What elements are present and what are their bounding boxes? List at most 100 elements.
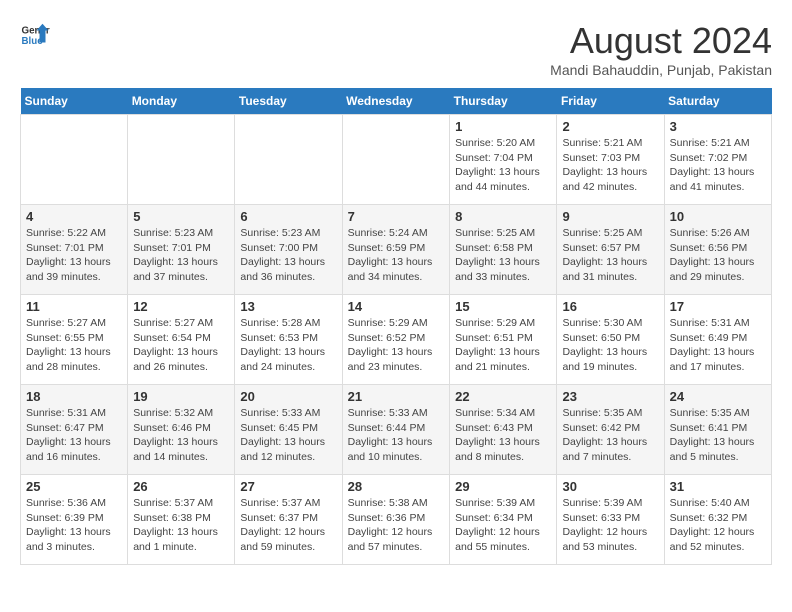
calendar-cell: 10 Sunrise: 5:26 AM Sunset: 6:56 PM Dayli…	[664, 205, 771, 295]
calendar-cell: 26 Sunrise: 5:37 AM Sunset: 6:38 PM Dayli…	[128, 475, 235, 565]
calendar-cell	[128, 115, 235, 205]
calendar-cell: 15Sunrise: 5:29 AM Sunset: 6:51 PM Dayli…	[450, 295, 557, 385]
calendar-cell: 19 Sunrise: 5:32 AM Sunset: 6:46 PM Dayli…	[128, 385, 235, 475]
calendar-table: SundayMondayTuesdayWednesdayThursdayFrid…	[20, 88, 772, 565]
calendar-cell: 20Sunrise: 5:33 AM Sunset: 6:45 PM Dayli…	[235, 385, 342, 475]
day-number: 16	[562, 299, 658, 314]
day-number: 20	[240, 389, 336, 404]
calendar-cell: 11Sunrise: 5:27 AM Sunset: 6:55 PM Dayli…	[21, 295, 128, 385]
day-info: Sunrise: 5:21 AM Sunset: 7:02 PM Dayligh…	[670, 136, 766, 195]
day-info: Sunrise: 5:26 AM Sunset: 6:56 PM Dayligh…	[670, 226, 766, 285]
day-info: Sunrise: 5:25 AM Sunset: 6:58 PM Dayligh…	[455, 226, 551, 285]
day-info: Sunrise: 5:29 AM Sunset: 6:51 PM Dayligh…	[455, 316, 551, 375]
calendar-cell: 21Sunrise: 5:33 AM Sunset: 6:44 PM Dayli…	[342, 385, 450, 475]
day-info: Sunrise: 5:24 AM Sunset: 6:59 PM Dayligh…	[348, 226, 445, 285]
day-info: Sunrise: 5:35 AM Sunset: 6:41 PM Dayligh…	[670, 406, 766, 465]
day-number: 4	[26, 209, 122, 224]
weekday-friday: Friday	[557, 88, 664, 115]
weekday-header-row: SundayMondayTuesdayWednesdayThursdayFrid…	[21, 88, 772, 115]
day-number: 2	[562, 119, 658, 134]
weekday-sunday: Sunday	[21, 88, 128, 115]
day-number: 1	[455, 119, 551, 134]
weekday-thursday: Thursday	[450, 88, 557, 115]
location-label: Mandi Bahauddin, Punjab, Pakistan	[550, 62, 772, 78]
calendar-cell: 12 Sunrise: 5:27 AM Sunset: 6:54 PM Dayli…	[128, 295, 235, 385]
calendar-cell: 22Sunrise: 5:34 AM Sunset: 6:43 PM Dayli…	[450, 385, 557, 475]
day-info: Sunrise: 5:30 AM Sunset: 6:50 PM Dayligh…	[562, 316, 658, 375]
day-info: Sunrise: 5:20 AM Sunset: 7:04 PM Dayligh…	[455, 136, 551, 195]
day-info: Sunrise: 5:39 AM Sunset: 6:34 PM Dayligh…	[455, 496, 551, 555]
svg-text:General: General	[22, 26, 51, 37]
day-number: 7	[348, 209, 445, 224]
calendar-cell: 2 Sunrise: 5:21 AM Sunset: 7:03 PM Daylig…	[557, 115, 664, 205]
day-number: 30	[562, 479, 658, 494]
day-number: 23	[562, 389, 658, 404]
day-info: Sunrise: 5:23 AM Sunset: 7:00 PM Dayligh…	[240, 226, 336, 285]
day-number: 31	[670, 479, 766, 494]
calendar-cell: 14 Sunrise: 5:29 AM Sunset: 6:52 PM Dayli…	[342, 295, 450, 385]
calendar-cell	[342, 115, 450, 205]
calendar-week-5: 25 Sunrise: 5:36 AM Sunset: 6:39 PM Dayli…	[21, 475, 772, 565]
calendar-week-2: 4 Sunrise: 5:22 AM Sunset: 7:01 PM Daylig…	[21, 205, 772, 295]
day-info: Sunrise: 5:32 AM Sunset: 6:46 PM Dayligh…	[133, 406, 229, 465]
day-info: Sunrise: 5:36 AM Sunset: 6:39 PM Dayligh…	[26, 496, 122, 555]
weekday-monday: Monday	[128, 88, 235, 115]
calendar-cell: 16 Sunrise: 5:30 AM Sunset: 6:50 PM Dayli…	[557, 295, 664, 385]
title-block: August 2024 Mandi Bahauddin, Punjab, Pak…	[550, 20, 772, 78]
calendar-cell: 31 Sunrise: 5:40 AM Sunset: 6:32 PM Dayli…	[664, 475, 771, 565]
weekday-saturday: Saturday	[664, 88, 771, 115]
day-info: Sunrise: 5:40 AM Sunset: 6:32 PM Dayligh…	[670, 496, 766, 555]
day-info: Sunrise: 5:27 AM Sunset: 6:54 PM Dayligh…	[133, 316, 229, 375]
day-number: 12	[133, 299, 229, 314]
day-number: 26	[133, 479, 229, 494]
day-number: 29	[455, 479, 551, 494]
calendar-cell	[235, 115, 342, 205]
day-info: Sunrise: 5:23 AM Sunset: 7:01 PM Dayligh…	[133, 226, 229, 285]
calendar-cell: 18 Sunrise: 5:31 AM Sunset: 6:47 PM Dayli…	[21, 385, 128, 475]
day-info: Sunrise: 5:39 AM Sunset: 6:33 PM Dayligh…	[562, 496, 658, 555]
day-number: 13	[240, 299, 336, 314]
calendar-cell: 1 Sunrise: 5:20 AM Sunset: 7:04 PM Daylig…	[450, 115, 557, 205]
calendar-cell: 23 Sunrise: 5:35 AM Sunset: 6:42 PM Dayli…	[557, 385, 664, 475]
calendar-cell: 28 Sunrise: 5:38 AM Sunset: 6:36 PM Dayli…	[342, 475, 450, 565]
day-number: 3	[670, 119, 766, 134]
calendar-cell: 29 Sunrise: 5:39 AM Sunset: 6:34 PM Dayli…	[450, 475, 557, 565]
day-info: Sunrise: 5:33 AM Sunset: 6:44 PM Dayligh…	[348, 406, 445, 465]
day-number: 18	[26, 389, 122, 404]
day-info: Sunrise: 5:38 AM Sunset: 6:36 PM Dayligh…	[348, 496, 445, 555]
calendar-cell: 30 Sunrise: 5:39 AM Sunset: 6:33 PM Dayli…	[557, 475, 664, 565]
day-info: Sunrise: 5:29 AM Sunset: 6:52 PM Dayligh…	[348, 316, 445, 375]
calendar-cell: 27Sunrise: 5:37 AM Sunset: 6:37 PM Dayli…	[235, 475, 342, 565]
day-info: Sunrise: 5:35 AM Sunset: 6:42 PM Dayligh…	[562, 406, 658, 465]
page-header: General Blue August 2024 Mandi Bahauddin…	[20, 20, 772, 78]
calendar-cell: 4 Sunrise: 5:22 AM Sunset: 7:01 PM Daylig…	[21, 205, 128, 295]
day-info: Sunrise: 5:28 AM Sunset: 6:53 PM Dayligh…	[240, 316, 336, 375]
day-number: 19	[133, 389, 229, 404]
calendar-cell: 7 Sunrise: 5:24 AM Sunset: 6:59 PM Daylig…	[342, 205, 450, 295]
calendar-cell: 3 Sunrise: 5:21 AM Sunset: 7:02 PM Daylig…	[664, 115, 771, 205]
calendar-cell: 5Sunrise: 5:23 AM Sunset: 7:01 PM Daylig…	[128, 205, 235, 295]
day-number: 17	[670, 299, 766, 314]
calendar-week-4: 18 Sunrise: 5:31 AM Sunset: 6:47 PM Dayli…	[21, 385, 772, 475]
calendar-week-3: 11Sunrise: 5:27 AM Sunset: 6:55 PM Dayli…	[21, 295, 772, 385]
day-info: Sunrise: 5:31 AM Sunset: 6:47 PM Dayligh…	[26, 406, 122, 465]
calendar-cell: 24 Sunrise: 5:35 AM Sunset: 6:41 PM Dayli…	[664, 385, 771, 475]
day-number: 10	[670, 209, 766, 224]
calendar-cell: 17Sunrise: 5:31 AM Sunset: 6:49 PM Dayli…	[664, 295, 771, 385]
weekday-tuesday: Tuesday	[235, 88, 342, 115]
day-number: 28	[348, 479, 445, 494]
weekday-wednesday: Wednesday	[342, 88, 450, 115]
calendar-body: 1 Sunrise: 5:20 AM Sunset: 7:04 PM Daylig…	[21, 115, 772, 565]
day-info: Sunrise: 5:21 AM Sunset: 7:03 PM Dayligh…	[562, 136, 658, 195]
logo: General Blue	[20, 20, 50, 50]
day-info: Sunrise: 5:37 AM Sunset: 6:38 PM Dayligh…	[133, 496, 229, 555]
day-number: 14	[348, 299, 445, 314]
calendar-cell	[21, 115, 128, 205]
calendar-cell: 13 Sunrise: 5:28 AM Sunset: 6:53 PM Dayli…	[235, 295, 342, 385]
month-year-title: August 2024	[550, 20, 772, 62]
day-number: 25	[26, 479, 122, 494]
day-info: Sunrise: 5:37 AM Sunset: 6:37 PM Dayligh…	[240, 496, 336, 555]
day-number: 24	[670, 389, 766, 404]
day-info: Sunrise: 5:22 AM Sunset: 7:01 PM Dayligh…	[26, 226, 122, 285]
day-info: Sunrise: 5:34 AM Sunset: 6:43 PM Dayligh…	[455, 406, 551, 465]
